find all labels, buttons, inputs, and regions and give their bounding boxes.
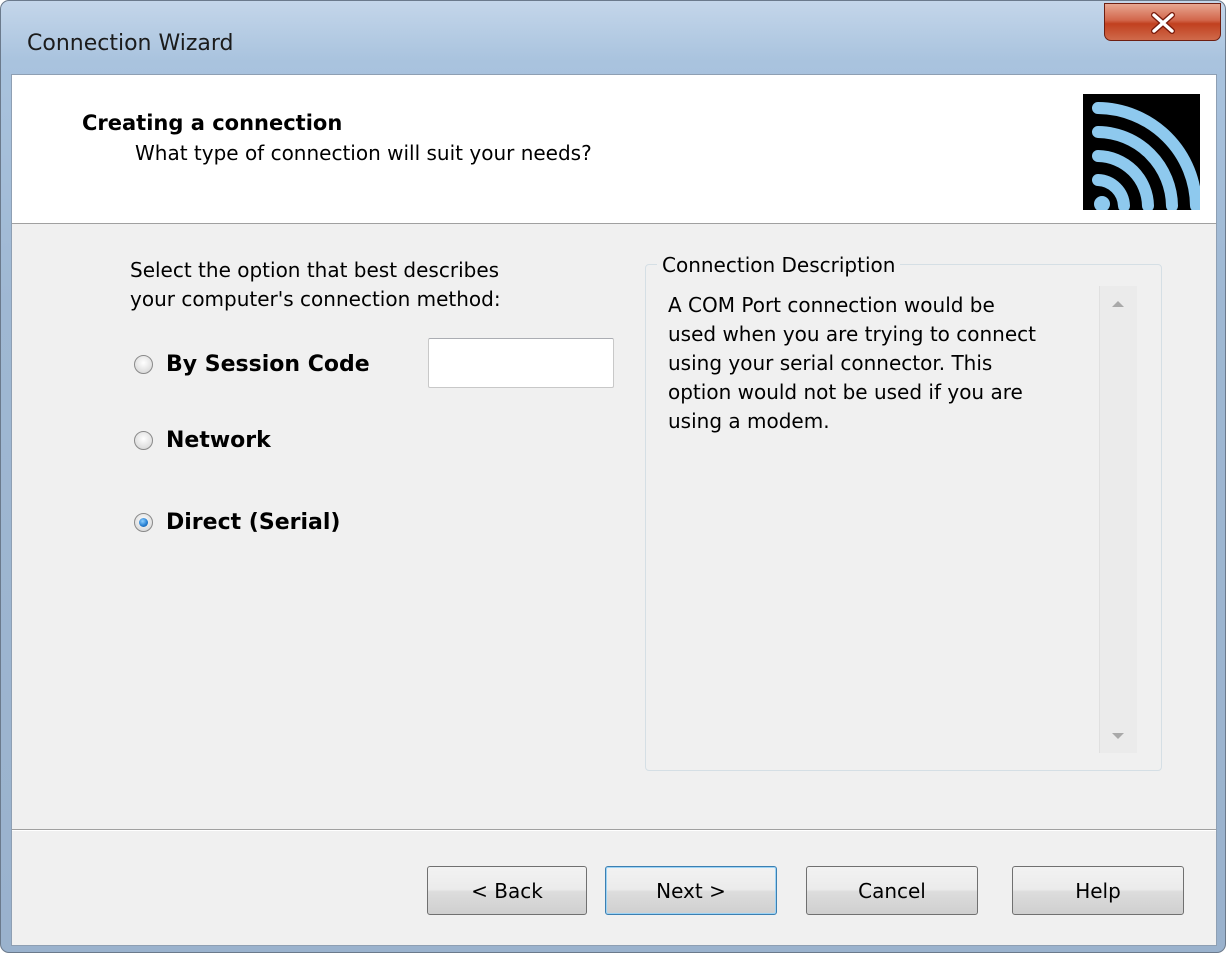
option-label: Network (166, 428, 271, 453)
wizard-header: Creating a connection What type of conne… (12, 75, 1216, 224)
session-code-input[interactable] (428, 338, 614, 388)
next-button[interactable]: Next > (605, 866, 777, 915)
connection-wizard-window: Connection Wizard Creating a connection … (0, 0, 1226, 953)
option-label: Direct (Serial) (166, 510, 341, 535)
description-line: used when you are trying to connect (668, 322, 1036, 346)
description-line: option would not be used if you are (668, 380, 1023, 404)
prompt-line-2: your computer's connection method: (130, 287, 501, 311)
radio-network[interactable] (134, 431, 153, 450)
window-title: Connection Wizard (27, 31, 234, 56)
radio-direct-serial[interactable] (134, 513, 153, 532)
description-scrollbar[interactable] (1099, 286, 1137, 753)
wizard-client-area: Creating a connection What type of conne… (11, 74, 1217, 946)
cancel-button[interactable]: Cancel (806, 866, 978, 915)
close-icon (1151, 12, 1175, 34)
back-button[interactable]: < Back (427, 866, 587, 915)
connection-description-text: A COM Port connection would be used when… (668, 291, 1098, 436)
option-by-session-code[interactable]: By Session Code (134, 352, 370, 377)
help-button[interactable]: Help (1012, 866, 1184, 915)
footer-divider-highlight (12, 830, 1216, 831)
connection-description-legend: Connection Description (657, 253, 901, 277)
page-title: Creating a connection (82, 111, 343, 135)
description-line: using a modem. (668, 409, 830, 433)
signal-waves-icon (1083, 94, 1202, 212)
connection-method-prompt: Select the option that best describes yo… (130, 256, 501, 314)
scroll-up-arrow-icon[interactable] (1112, 301, 1124, 307)
scroll-down-arrow-icon[interactable] (1112, 733, 1124, 739)
radio-by-session-code[interactable] (134, 355, 153, 374)
description-line: A COM Port connection would be (668, 293, 995, 317)
prompt-line-1: Select the option that best describes (130, 258, 500, 282)
option-label: By Session Code (166, 352, 370, 377)
page-subtitle: What type of connection will suit your n… (135, 141, 592, 165)
description-line: using your serial connector. This (668, 351, 993, 375)
close-button[interactable] (1104, 3, 1221, 41)
option-network[interactable]: Network (134, 428, 271, 453)
option-direct-serial[interactable]: Direct (Serial) (134, 510, 340, 535)
